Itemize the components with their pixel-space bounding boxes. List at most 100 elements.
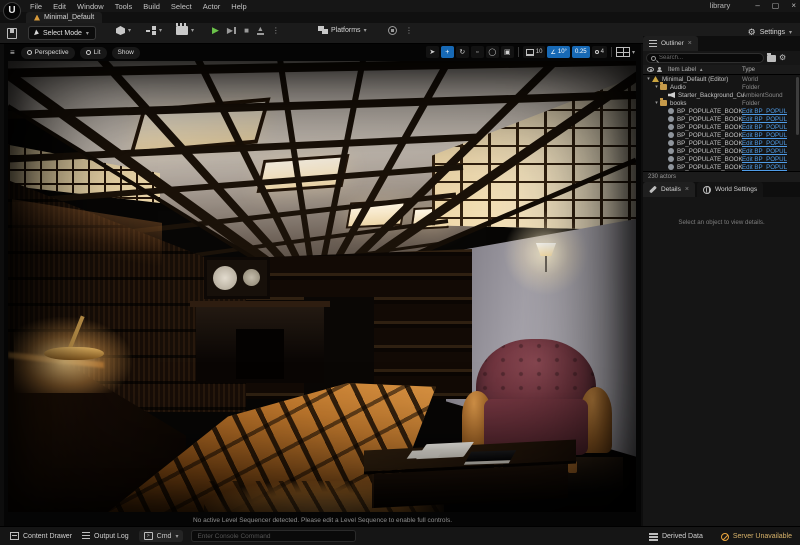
visibility-eye-icon[interactable] (647, 67, 654, 72)
outliner-row[interactable]: BP_POPULATE_BOOKS_advan Edit BP_POPUL (643, 147, 800, 155)
row-type[interactable]: AmbientSound (742, 92, 783, 99)
play-options-kebab-icon[interactable]: ⋮ (272, 26, 280, 35)
maximize-button[interactable]: ▢ (772, 0, 780, 12)
outliner-row[interactable]: BP_POPULATE_BOOKS_advan Edit BP_POPUL (643, 163, 800, 171)
row-label: BP_POPULATE_BOOKS_advan (677, 108, 743, 115)
derived-data-button[interactable]: Derived Data (649, 533, 703, 541)
outliner-row[interactable]: BP_POPULATE_BOOKS_advan Edit BP_POPUL (643, 123, 800, 131)
console-command-input[interactable] (191, 530, 356, 542)
sconce-stem (545, 256, 547, 272)
rotation-snap-toggle[interactable]: ∠10° (547, 46, 569, 58)
perspective-dropdown[interactable]: Perspective (21, 47, 75, 59)
expand-caret-icon[interactable]: ▾ (645, 76, 652, 82)
cinematics-button[interactable]: ▾ (176, 26, 194, 35)
details-empty-message: Select an object to view details. (643, 219, 800, 226)
rendered-scene[interactable] (8, 61, 636, 512)
outliner-row[interactable]: BP_POPULATE_BOOKS_advan Edit BP_POPUL (643, 107, 800, 115)
row-type[interactable]: Folder (742, 84, 760, 91)
select-tool-icon[interactable]: ➤ (426, 46, 439, 58)
expand-caret-icon[interactable]: ▾ (653, 100, 660, 106)
select-mode-dropdown[interactable]: Select Mode ▾ (28, 26, 96, 40)
output-log-button[interactable]: Output Log (82, 532, 129, 540)
menu-window[interactable]: Window (77, 2, 104, 11)
row-type[interactable]: Edit BP_POPUL (742, 164, 787, 171)
outliner-row[interactable]: ▾ Audio Folder (643, 83, 800, 91)
tab-world-settings[interactable]: World Settings (697, 182, 763, 197)
pinned-column-icon[interactable] (657, 67, 662, 72)
menu-actor[interactable]: Actor (203, 2, 221, 11)
launch-icon[interactable] (388, 26, 397, 35)
row-type-icon (668, 92, 675, 98)
output-log-icon (82, 532, 90, 540)
close-button[interactable]: × (791, 0, 796, 12)
create-folder-icon[interactable] (767, 55, 776, 62)
outliner-row[interactable]: Starter_Background_Cue AmbientSound (643, 91, 800, 99)
outliner-row[interactable]: BP_POPULATE_BOOKS_advan Edit BP_POPUL (643, 139, 800, 147)
tab-details[interactable]: Details × (643, 182, 695, 197)
unreal-logo-icon[interactable]: U (3, 2, 21, 20)
menu-file[interactable]: File (30, 2, 42, 11)
close-icon[interactable]: × (688, 40, 692, 47)
type-column[interactable]: Type (742, 67, 755, 73)
menu-build[interactable]: Build (143, 2, 160, 11)
outliner-row[interactable]: ▾ books Folder (643, 99, 800, 107)
view-mode-dropdown[interactable]: Lit (80, 47, 107, 59)
outliner-settings-gear-icon[interactable]: ⚙ (779, 54, 786, 62)
chevron-down-icon[interactable]: ▾ (632, 49, 635, 56)
item-label-column[interactable]: Item Label (668, 67, 696, 73)
row-type[interactable]: Edit BP_POPUL (742, 132, 787, 139)
save-icon[interactable] (7, 28, 17, 39)
level-tab-label: Minimal_Default (44, 14, 94, 21)
menu-tools[interactable]: Tools (115, 2, 133, 11)
search-box[interactable] (646, 53, 764, 63)
level-tab[interactable]: Minimal_Default (26, 12, 102, 23)
menu-help[interactable]: Help (231, 2, 246, 11)
outliner-row[interactable]: ▾ Minimal_Default (Editor) World (643, 75, 800, 83)
scale-tool-icon[interactable]: ▫ (471, 46, 484, 58)
blueprints-button[interactable]: ▾ (146, 26, 162, 35)
expand-caret-icon[interactable]: ▾ (653, 84, 660, 90)
outliner-row[interactable]: BP_POPULATE_BOOKS_advan Edit BP_POPUL (643, 131, 800, 139)
frame-skip-icon[interactable]: ▶ (227, 26, 236, 35)
play-icon[interactable]: ▶ (212, 26, 219, 35)
close-icon[interactable]: × (685, 186, 689, 193)
cmd-dropdown[interactable]: > Cmd ▾ (139, 530, 184, 542)
launch-options-kebab-icon[interactable]: ⋮ (405, 26, 413, 35)
row-type[interactable]: Edit BP_POPUL (742, 116, 787, 123)
eject-icon[interactable]: ▲ (257, 27, 264, 35)
tab-outliner[interactable]: Outliner × (643, 36, 698, 51)
grid-snap-toggle[interactable]: 10 (523, 46, 546, 58)
row-type[interactable]: Edit BP_POPUL (742, 156, 787, 163)
add-actor-button[interactable]: ▾ (116, 26, 131, 35)
scale-snap-toggle[interactable]: 0.25 (572, 46, 590, 58)
camera-speed-toggle[interactable]: 4 (592, 46, 607, 58)
row-type[interactable]: World (742, 76, 758, 83)
world-space-icon[interactable]: ◯ (486, 46, 499, 58)
outliner-row[interactable]: BP_POPULATE_BOOKS_advan Edit BP_POPUL (643, 115, 800, 123)
viewport-layout-icon[interactable] (616, 47, 630, 57)
rotate-tool-icon[interactable]: ↻ (456, 46, 469, 58)
search-input[interactable] (659, 55, 759, 61)
row-type[interactable]: Edit BP_POPUL (742, 140, 787, 147)
menu-select[interactable]: Select (171, 2, 192, 11)
platforms-dropdown[interactable]: Platforms ▾ (318, 26, 367, 34)
viewport-options-icon[interactable]: ≡ (10, 48, 15, 57)
outliner-tab-bar: Outliner × (643, 36, 800, 51)
content-drawer-button[interactable]: Content Drawer (10, 532, 72, 540)
output-log-label: Output Log (94, 533, 129, 540)
level-viewport[interactable]: ≡ Perspective Lit Show ➤ + ↻ ▫ ◯ ▣ 10 ∠1… (4, 44, 641, 526)
row-type[interactable]: Edit BP_POPUL (742, 108, 787, 115)
server-status-button[interactable]: Server Unavailable (721, 533, 792, 541)
outliner-scrollbar[interactable] (796, 77, 799, 135)
stop-icon[interactable]: ■ (244, 26, 249, 35)
cinematics-icon (176, 26, 188, 35)
show-dropdown[interactable]: Show (112, 47, 140, 59)
row-type[interactable]: Edit BP_POPUL (742, 148, 787, 155)
row-type[interactable]: Edit BP_POPUL (742, 124, 787, 131)
minimize-button[interactable]: – (755, 0, 759, 12)
menu-edit[interactable]: Edit (53, 2, 66, 11)
move-tool-icon[interactable]: + (441, 46, 454, 58)
surface-snap-icon[interactable]: ▣ (501, 46, 514, 58)
outliner-row[interactable]: BP_POPULATE_BOOKS_advan Edit BP_POPUL (643, 155, 800, 163)
row-type[interactable]: Folder (742, 100, 760, 107)
